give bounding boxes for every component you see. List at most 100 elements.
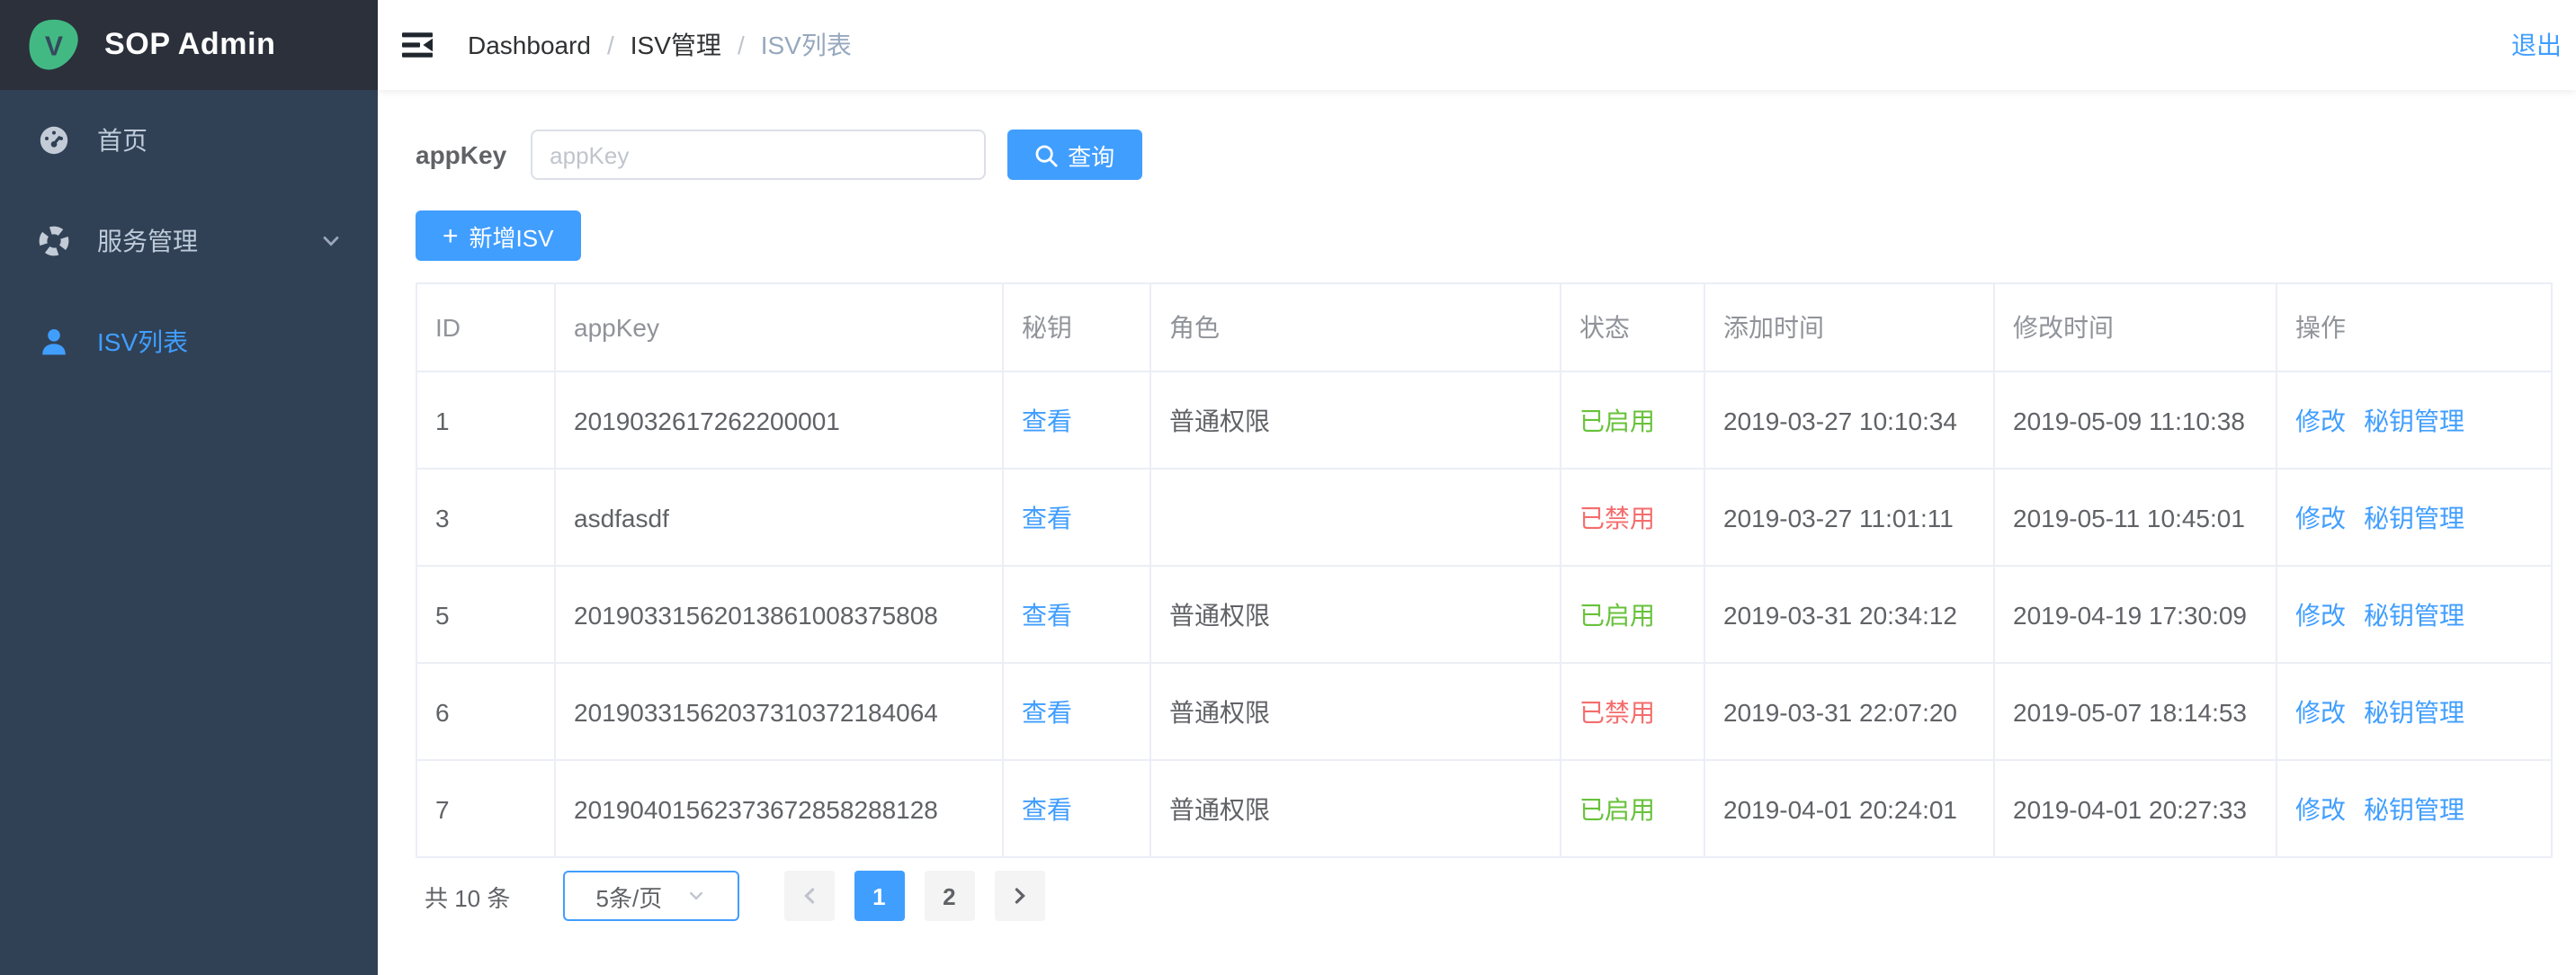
services-icon bbox=[36, 225, 72, 257]
cell-modify-time: 2019-05-09 11:10:38 bbox=[2013, 406, 2245, 434]
table-row: 7 20190401562373672858288128 查看 普通权限 已启用… bbox=[416, 760, 2552, 857]
user-icon bbox=[36, 326, 72, 358]
appkey-search-input[interactable] bbox=[530, 130, 985, 180]
pager: 1 2 bbox=[783, 871, 1044, 921]
col-header-create-time: 添加时间 bbox=[1704, 283, 1994, 371]
breadcrumb-item-dashboard[interactable]: Dashboard bbox=[468, 31, 591, 59]
cell-role: 普通权限 bbox=[1169, 406, 1270, 434]
app-title: SOP Admin bbox=[104, 27, 276, 63]
page-size-value: 5条/页 bbox=[596, 879, 663, 913]
app-logo-icon: V bbox=[25, 16, 83, 74]
col-header-secret: 秘钥 bbox=[1003, 283, 1150, 371]
secret-manage-link[interactable]: 秘钥管理 bbox=[2364, 406, 2464, 434]
cell-create-time: 2019-03-31 22:07:20 bbox=[1723, 697, 1957, 726]
col-header-appkey: appKey bbox=[555, 283, 1003, 371]
cell-appkey: 20190331562037310372184064 bbox=[574, 697, 938, 726]
cell-id: 6 bbox=[435, 697, 450, 726]
cell-appkey: asdfasdf bbox=[574, 503, 669, 532]
edit-link[interactable]: 修改 bbox=[2295, 406, 2346, 434]
logout-link[interactable]: 退出 bbox=[2511, 27, 2562, 63]
main-content: appKey 查询 + 新增ISV bbox=[378, 90, 2576, 975]
secret-manage-link[interactable]: 秘钥管理 bbox=[2364, 503, 2464, 532]
pager-page-1[interactable]: 1 bbox=[854, 871, 904, 921]
cell-id: 7 bbox=[435, 794, 450, 823]
table-row: 3 asdfasdf 查看 已禁用 2019-03-27 11:01:11 20… bbox=[416, 469, 2552, 566]
view-secret-link[interactable]: 查看 bbox=[1022, 503, 1072, 532]
hamburger-icon bbox=[399, 27, 435, 63]
search-icon bbox=[1033, 143, 1057, 166]
edit-link[interactable]: 修改 bbox=[2295, 600, 2346, 629]
isv-table: ID appKey 秘钥 角色 状态 添加时间 修改时间 操作 1 201903… bbox=[416, 282, 2553, 858]
secret-manage-link[interactable]: 秘钥管理 bbox=[2364, 697, 2464, 726]
secret-manage-link[interactable]: 秘钥管理 bbox=[2364, 600, 2464, 629]
sidebar-item-label: ISV列表 bbox=[97, 324, 188, 360]
status-badge: 已启用 bbox=[1579, 600, 1655, 629]
sidebar-item-services[interactable]: 服务管理 bbox=[0, 191, 378, 291]
toolbar: + 新增ISV bbox=[416, 210, 2551, 261]
chevron-left-icon bbox=[798, 885, 819, 907]
query-button[interactable]: 查询 bbox=[1006, 130, 1141, 180]
sidebar-item-isv-list[interactable]: ISV列表 bbox=[0, 291, 378, 392]
edit-link[interactable]: 修改 bbox=[2295, 794, 2346, 823]
breadcrumb-item-isv-manage[interactable]: ISV管理 bbox=[631, 27, 721, 63]
logo-bar: V SOP Admin bbox=[0, 0, 378, 90]
cell-modify-time: 2019-05-07 18:14:53 bbox=[2013, 697, 2247, 726]
table-row: 1 2019032617262200001 查看 普通权限 已启用 2019-0… bbox=[416, 371, 2552, 469]
pagination-total: 共 10 条 bbox=[425, 879, 510, 913]
cell-modify-time: 2019-04-01 20:27:33 bbox=[2013, 794, 2247, 823]
page-size-select[interactable]: 5条/页 bbox=[562, 871, 738, 921]
cell-appkey: 20190401562373672858288128 bbox=[574, 794, 938, 823]
cell-create-time: 2019-03-27 10:10:34 bbox=[1723, 406, 1957, 434]
table-row: 5 20190331562013861008375808 查看 普通权限 已启用… bbox=[416, 566, 2552, 663]
add-isv-button[interactable]: + 新增ISV bbox=[416, 210, 580, 261]
cell-appkey: 2019032617262200001 bbox=[574, 406, 840, 434]
navbar: Dashboard / ISV管理 / ISV列表 退出 bbox=[378, 0, 2576, 90]
status-badge: 已禁用 bbox=[1579, 697, 1655, 726]
view-secret-link[interactable]: 查看 bbox=[1022, 600, 1072, 629]
sidebar-item-label: 首页 bbox=[97, 122, 148, 158]
cell-modify-time: 2019-04-19 17:30:09 bbox=[2013, 600, 2247, 629]
breadcrumb-separator: / bbox=[607, 31, 614, 59]
pager-prev-button[interactable] bbox=[783, 871, 834, 921]
cell-modify-time: 2019-05-11 10:45:01 bbox=[2013, 503, 2245, 532]
col-header-role: 角色 bbox=[1150, 283, 1561, 371]
sidebar-item-label: 服务管理 bbox=[97, 223, 198, 259]
chevron-down-icon bbox=[320, 230, 342, 252]
chevron-down-icon bbox=[687, 887, 705, 905]
edit-link[interactable]: 修改 bbox=[2295, 697, 2346, 726]
edit-link[interactable]: 修改 bbox=[2295, 503, 2346, 532]
col-header-id: ID bbox=[416, 283, 555, 371]
pagination: 共 10 条 5条/页 1 2 bbox=[425, 871, 2551, 921]
status-badge: 已启用 bbox=[1579, 794, 1655, 823]
cell-id: 5 bbox=[435, 600, 450, 629]
secret-manage-link[interactable]: 秘钥管理 bbox=[2364, 794, 2464, 823]
cell-id: 3 bbox=[435, 503, 450, 532]
sidebar-item-home[interactable]: 首页 bbox=[0, 90, 378, 191]
cell-create-time: 2019-04-01 20:24:01 bbox=[1723, 794, 1957, 823]
cell-appkey: 20190331562013861008375808 bbox=[574, 600, 938, 629]
view-secret-link[interactable]: 查看 bbox=[1022, 794, 1072, 823]
search-form: appKey 查询 bbox=[416, 130, 2551, 180]
col-header-status: 状态 bbox=[1561, 283, 1704, 371]
col-header-modify-time: 修改时间 bbox=[1994, 283, 2276, 371]
sidebar-toggle-button[interactable] bbox=[378, 0, 457, 90]
cell-create-time: 2019-03-27 11:01:11 bbox=[1723, 503, 1954, 532]
cell-role: 普通权限 bbox=[1169, 600, 1270, 629]
table-row: 6 20190331562037310372184064 查看 普通权限 已禁用… bbox=[416, 663, 2552, 760]
add-isv-button-label: 新增ISV bbox=[470, 219, 554, 253]
cell-id: 1 bbox=[435, 406, 450, 434]
app-root: V SOP Admin 首页 bbox=[0, 0, 2576, 975]
isv-table-wrap: ID appKey 秘钥 角色 状态 添加时间 修改时间 操作 1 201903… bbox=[416, 282, 2551, 858]
pager-next-button[interactable] bbox=[994, 871, 1044, 921]
pager-page-2[interactable]: 2 bbox=[924, 871, 974, 921]
col-header-actions: 操作 bbox=[2276, 283, 2552, 371]
sidebar: V SOP Admin 首页 bbox=[0, 0, 378, 975]
breadcrumb-item-isv-list: ISV列表 bbox=[761, 27, 852, 63]
cell-role: 普通权限 bbox=[1169, 697, 1270, 726]
sidebar-menu: 首页 服务管理 bbox=[0, 90, 378, 392]
cell-create-time: 2019-03-31 20:34:12 bbox=[1723, 600, 1957, 629]
view-secret-link[interactable]: 查看 bbox=[1022, 697, 1072, 726]
breadcrumb: Dashboard / ISV管理 / ISV列表 bbox=[468, 27, 852, 63]
view-secret-link[interactable]: 查看 bbox=[1022, 406, 1072, 434]
breadcrumb-separator: / bbox=[738, 31, 745, 59]
